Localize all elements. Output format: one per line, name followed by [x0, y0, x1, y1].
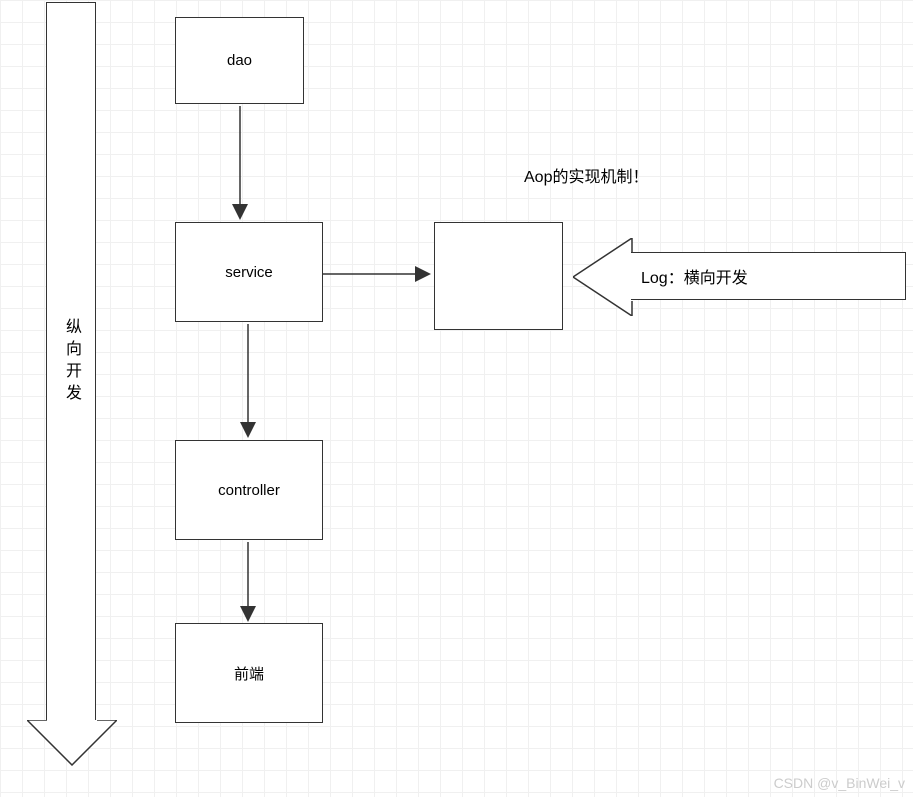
aop-annotation: Aop的实现机制！: [524, 163, 648, 187]
watermark: CSDN @v_BinWei_v: [774, 775, 905, 791]
frontend-box: 前端: [175, 623, 323, 723]
arrow-service-to-aop: [323, 266, 433, 282]
vertical-dev-arrow-head: [27, 720, 117, 766]
service-box: service: [175, 222, 323, 322]
aop-box: [434, 222, 563, 330]
vertical-dev-arrow: 纵向开发: [46, 2, 96, 720]
frontend-label: 前端: [234, 663, 264, 684]
vertical-dev-label: 纵向开发: [59, 318, 83, 406]
arrow-controller-to-frontend: [240, 542, 256, 624]
service-label: service: [225, 264, 273, 281]
arrow-service-to-controller: [240, 324, 256, 440]
arrow-dao-to-service: [232, 106, 248, 222]
controller-box: controller: [175, 440, 323, 540]
log-arrow-body: Log：横向开发: [631, 252, 906, 300]
controller-label: controller: [218, 482, 280, 499]
log-label: Log：横向开发: [641, 264, 748, 288]
log-arrow-head: [573, 238, 633, 316]
dao-box: dao: [175, 17, 304, 104]
dao-label: dao: [227, 52, 252, 69]
